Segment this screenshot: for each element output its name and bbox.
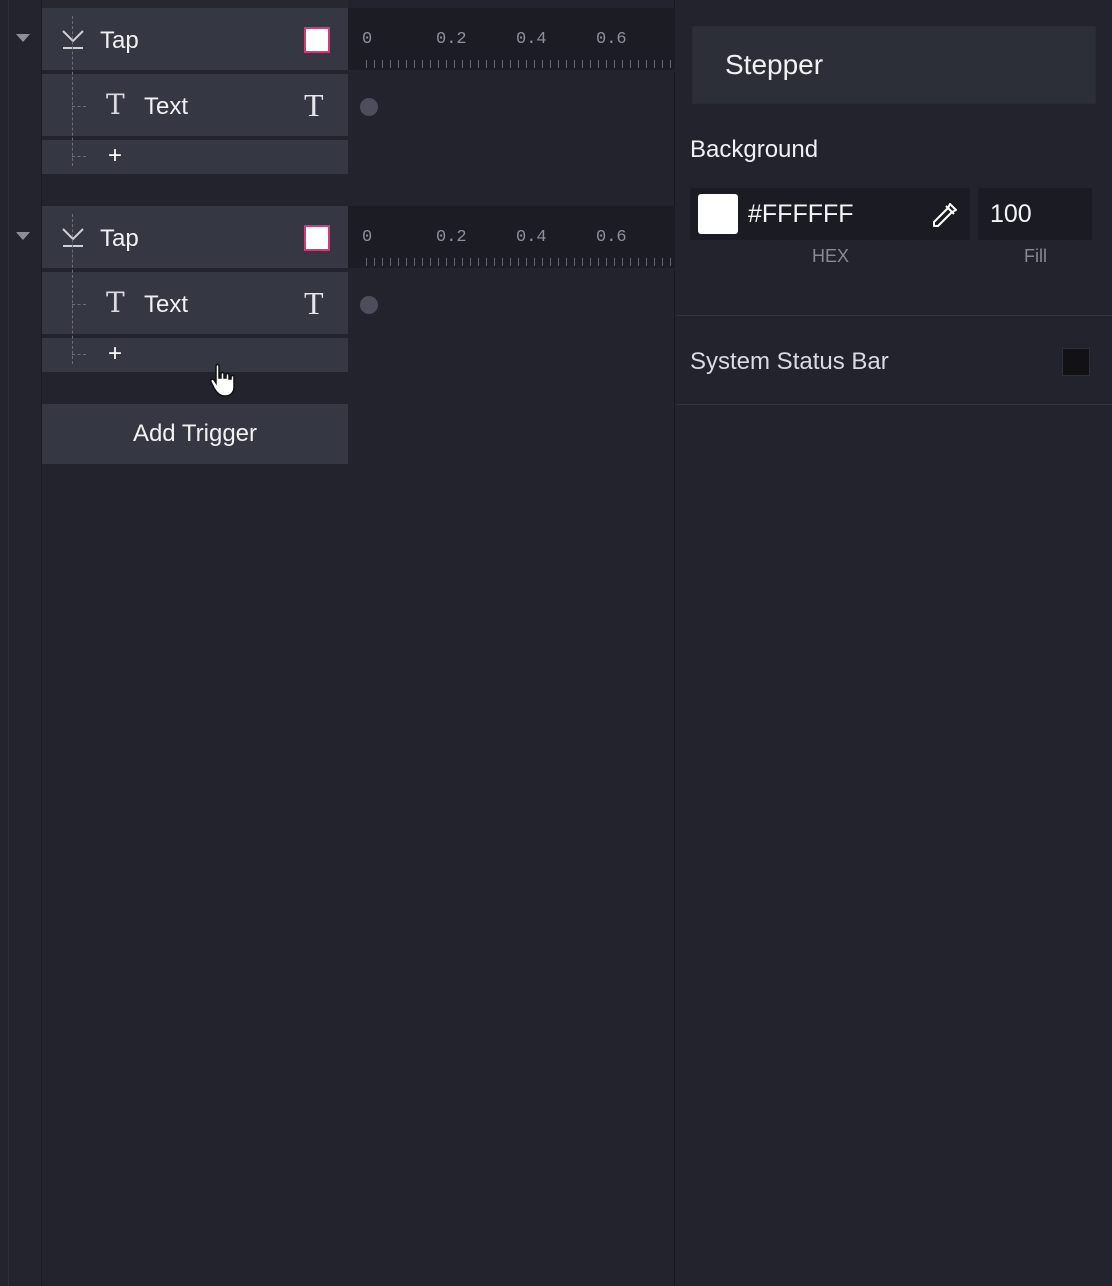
ruler-tick-label: 0 [362, 228, 373, 247]
ruler-tick-label: 0.4 [516, 228, 547, 247]
collapse-trigger-1-icon[interactable] [16, 34, 30, 42]
text-property-icon: T [304, 285, 324, 321]
fill-field [978, 188, 1092, 240]
layer-name-field[interactable]: Stepper [692, 26, 1096, 104]
ruler-ticks [366, 60, 675, 68]
tree-branch [72, 156, 86, 157]
hex-field [690, 188, 970, 240]
add-action-button[interactable]: + [108, 142, 122, 170]
eyedropper-icon[interactable] [930, 200, 960, 230]
ruler-tick-label: 0.2 [436, 30, 467, 49]
add-action-button[interactable]: + [108, 340, 122, 368]
divider [676, 315, 1112, 316]
timeline-ruler[interactable]: 0 0.2 0.4 0.6 [348, 8, 675, 72]
add-trigger-button[interactable]: Add Trigger [42, 404, 348, 464]
trigger-color-swatch[interactable] [304, 225, 330, 251]
child-label: Text [144, 291, 189, 318]
hex-input[interactable] [748, 196, 918, 232]
trigger-color-swatch[interactable] [304, 27, 330, 53]
ruler-tick-label: 0.4 [516, 30, 547, 49]
text-layer-icon: T [106, 286, 125, 319]
ruler-tick-label: 0.6 [596, 30, 627, 49]
tree-branch [72, 304, 86, 305]
trigger-label: Tap [100, 27, 139, 54]
status-bar-label: System Status Bar [690, 348, 889, 375]
app-root: Tap T Text T + 0 0.2 0.4 0.6 Tap T Text … [0, 0, 1112, 1286]
left-gutter [0, 0, 42, 1286]
tap-gesture-icon [62, 30, 84, 49]
status-bar-checkbox[interactable] [1062, 348, 1090, 376]
collapse-trigger-2-icon[interactable] [16, 232, 30, 240]
timeline-area [348, 0, 675, 1286]
tree-line [72, 16, 73, 166]
trigger-child-row[interactable]: T Text T [42, 74, 348, 138]
trigger-header[interactable]: Tap [42, 8, 348, 72]
hand-pointer-cursor-icon [210, 363, 235, 397]
background-color-swatch[interactable] [698, 194, 738, 234]
divider [676, 404, 1112, 405]
trigger-child-row[interactable]: T Text T [42, 272, 348, 336]
inspector-panel: Stepper Background HEX Fill System Statu… [676, 0, 1112, 1286]
tree-line [72, 214, 73, 364]
timeline-ruler[interactable]: 0 0.2 0.4 0.6 [348, 206, 675, 270]
ruler-tick-label: 0.6 [596, 228, 627, 247]
tap-gesture-icon [62, 228, 84, 247]
child-label: Text [144, 93, 189, 120]
tree-branch [72, 106, 86, 107]
fill-input[interactable] [990, 196, 1086, 232]
fill-caption: Fill [1024, 246, 1047, 266]
keyframe-dot[interactable] [360, 296, 378, 314]
ruler-tick-label: 0 [362, 30, 373, 49]
keyframe-dot[interactable] [360, 98, 378, 116]
add-action-row[interactable]: + [42, 140, 348, 174]
add-action-row[interactable]: + [42, 338, 348, 372]
ruler-tick-label: 0.2 [436, 228, 467, 247]
text-layer-icon: T [106, 88, 125, 121]
hex-caption: HEX [812, 246, 850, 266]
text-property-icon: T [304, 87, 324, 123]
ruler-ticks [366, 258, 675, 266]
trigger-header[interactable]: Tap [42, 206, 348, 270]
gutter-line [8, 0, 9, 1286]
tree-branch [72, 354, 86, 355]
background-label: Background [690, 136, 819, 163]
trigger-label: Tap [100, 225, 139, 252]
